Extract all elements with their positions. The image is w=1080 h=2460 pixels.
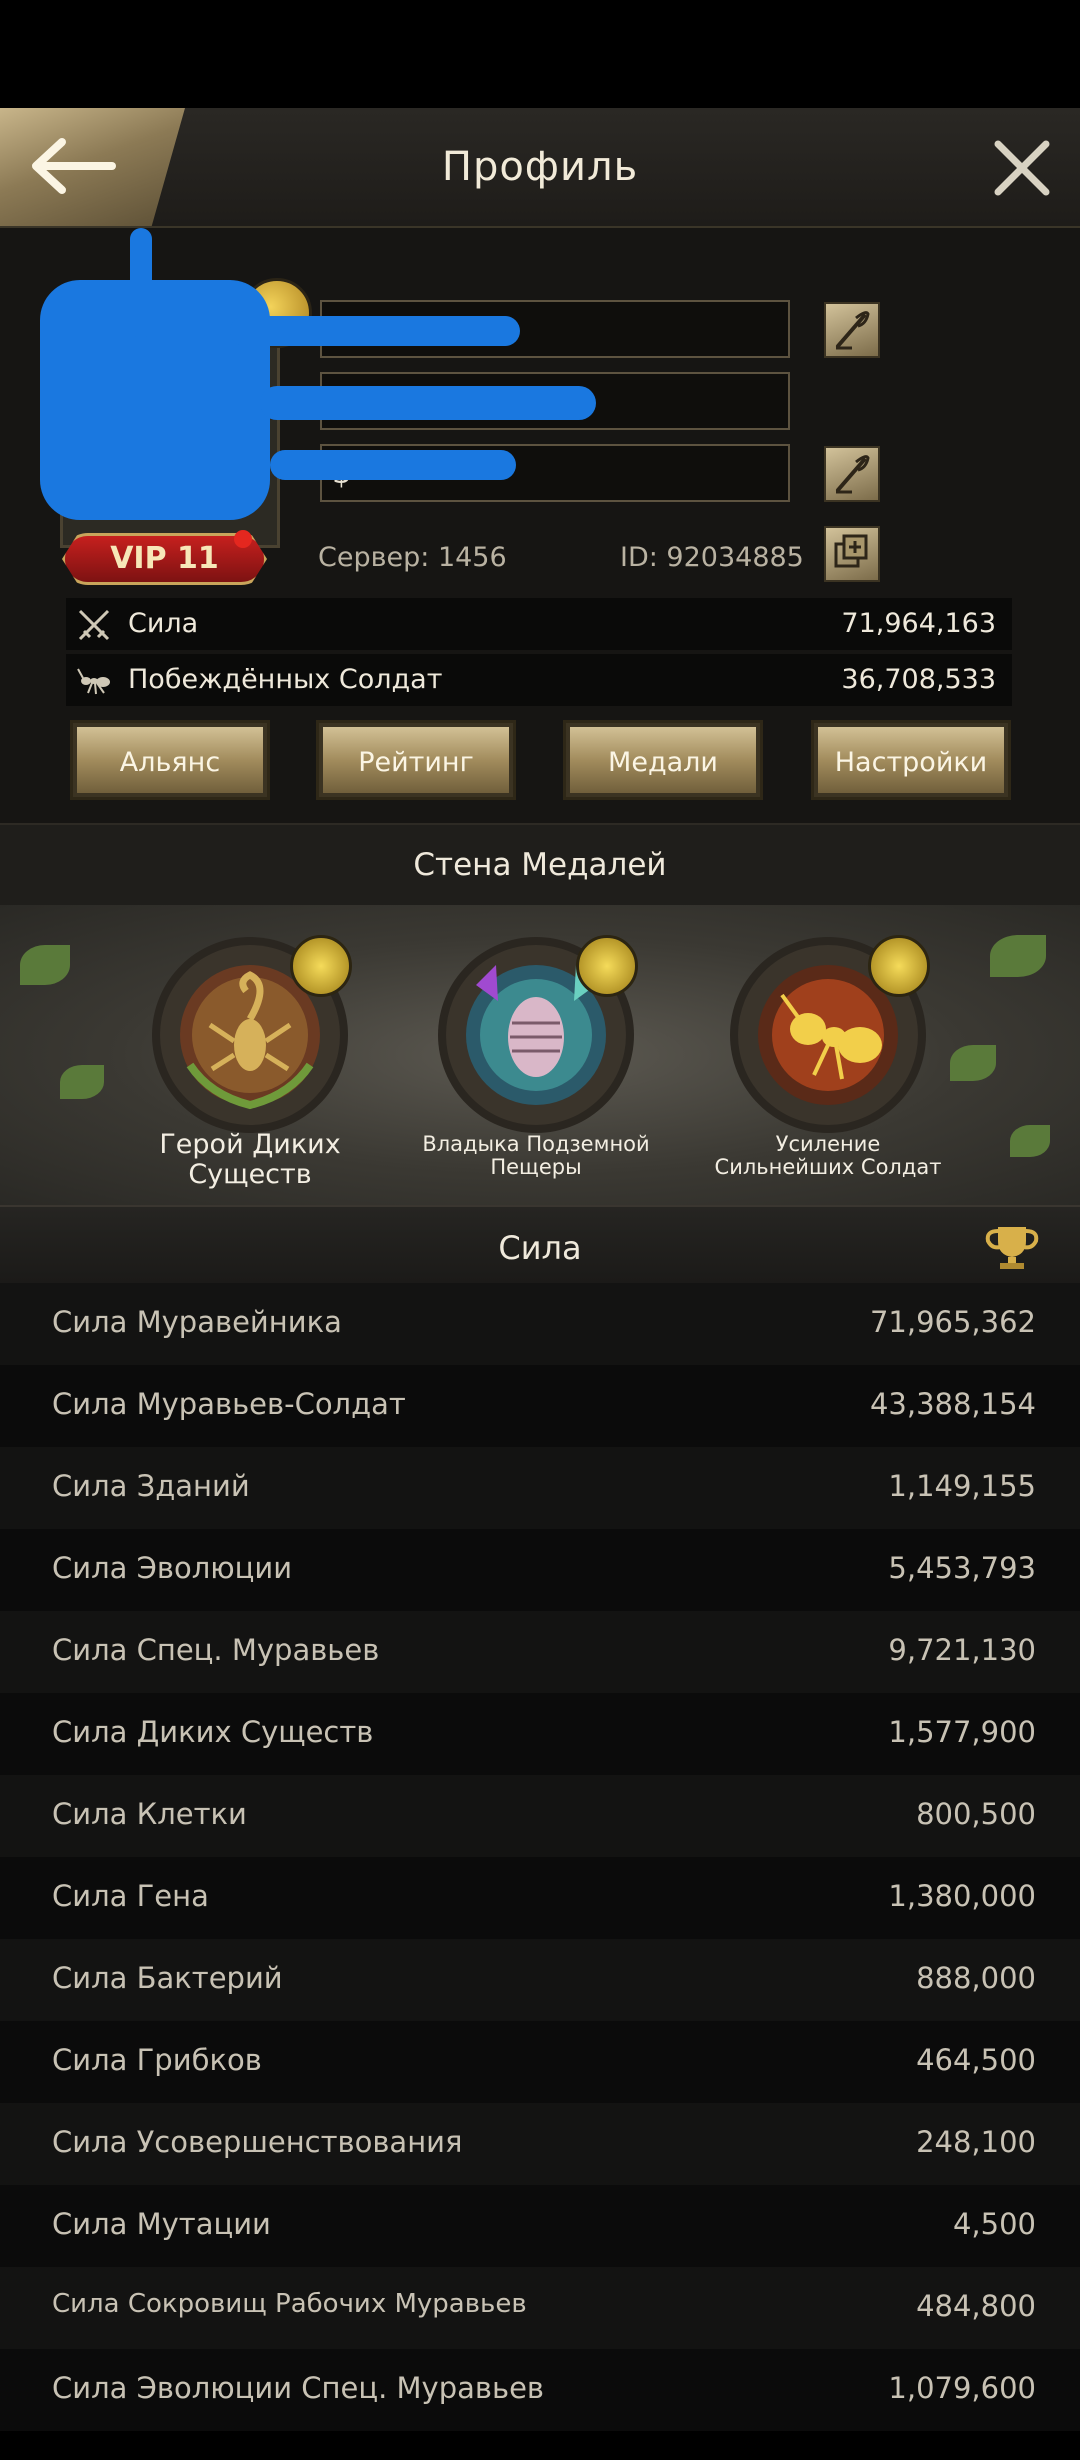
rating-button-label: Рейтинг (358, 747, 474, 778)
vine-leaf (950, 1045, 996, 1081)
stat-value: 36,708,533 (841, 664, 996, 695)
power-section-title: Сила (498, 1229, 582, 1267)
copy-icon (834, 534, 868, 568)
power-row-label: Сила Бактерий (52, 1961, 283, 1995)
power-row: Сила Усовершенствования 248,100 (0, 2103, 1080, 2185)
power-row-value: 464,500 (916, 2043, 1036, 2077)
redaction-mark (230, 316, 520, 346)
power-row: Сила Зданий 1,149,155 (0, 1447, 1080, 1529)
refresh-icon[interactable] (576, 935, 638, 997)
power-row: Сила Клетки 800,500 (0, 1775, 1080, 1857)
power-row-label: Сила Спец. Муравьев (52, 1633, 380, 1667)
medal-slot[interactable]: Усиление Сильнейших Солдат (708, 925, 948, 1205)
medals-button[interactable]: Медали (563, 720, 763, 800)
server-text: Сервер: 1456 (318, 542, 507, 573)
power-row-label: Сила Грибков (52, 2043, 262, 2077)
stat-value: 71,964,163 (841, 608, 996, 639)
notification-dot (234, 530, 252, 548)
power-row-label: Сила Гена (52, 1879, 209, 1913)
power-row-label: Сила Клетки (52, 1797, 247, 1831)
power-row-value: 1,577,900 (888, 1715, 1036, 1749)
settings-button-label: Настройки (834, 747, 988, 778)
medal-wall-title: Стена Медалей (413, 847, 667, 883)
stat-row-defeated: Побеждённых Солдат 36,708,533 (66, 654, 1012, 706)
power-row: Сила Муравейника 71,965,362 (0, 1283, 1080, 1365)
quill-icon (836, 311, 870, 350)
power-row: Сила Эволюции 5,453,793 (0, 1529, 1080, 1611)
redaction-mark (260, 386, 596, 420)
power-row-label: Сила Сокровищ Рабочих Муравьев (52, 2289, 527, 2319)
power-section-header: Сила (0, 1205, 1080, 1283)
power-row-label: Сила Эволюции (52, 1551, 293, 1585)
medal-wall-header: Стена Медалей (0, 823, 1080, 905)
redaction-mark (270, 450, 516, 480)
alliance-button-label: Альянс (119, 747, 221, 778)
power-row-value: 1,079,600 (888, 2371, 1036, 2405)
power-row-label: Сила Эволюции Спец. Муравьев (52, 2371, 545, 2405)
vine-leaf (990, 935, 1046, 977)
status-bar (0, 0, 1080, 108)
medal-wall: Герой Диких Существ Владыка Подземной Пе… (0, 905, 1080, 1205)
power-row-label: Сила Муравьев-Солдат (52, 1387, 406, 1421)
power-row-label: Сила Мутации (52, 2207, 271, 2241)
medals-button-label: Медали (608, 747, 718, 778)
rating-button[interactable]: Рейтинг (316, 720, 516, 800)
power-row-value: 71,965,362 (869, 1305, 1036, 1339)
power-row: Сила Диких Существ 1,577,900 (0, 1693, 1080, 1775)
power-row-value: 4,500 (952, 2207, 1036, 2241)
power-row-value: 888,000 (916, 1961, 1036, 1995)
ant-icon (77, 668, 110, 695)
power-row: Сила Мутации 4,500 (0, 2185, 1080, 2267)
stat-row-power: Сила 71,964,163 (66, 598, 1012, 650)
stat-label: Сила (128, 608, 199, 639)
settings-button[interactable]: Настройки (811, 720, 1011, 800)
power-row: Сила Сокровищ Рабочих Муравьев 484,800 (0, 2267, 1080, 2349)
crossed-swords-icon (78, 609, 110, 641)
stat-label: Побеждённых Солдат (128, 664, 443, 695)
redaction-mark (130, 228, 152, 338)
power-row: Сила Гена 1,380,000 (0, 1857, 1080, 1939)
power-row: Сила Спец. Муравьев 9,721,130 (0, 1611, 1080, 1693)
power-row-value: 1,380,000 (888, 1879, 1036, 1913)
player-id-text: ID: 92034885 (620, 542, 804, 573)
power-row-label: Сила Диких Существ (52, 1715, 374, 1749)
profile-panel: [ $ VIP 11 Сервер: 1456 ID: 92034885 (0, 228, 1080, 823)
refresh-icon[interactable] (290, 935, 352, 997)
power-row-label: Сила Зданий (52, 1469, 250, 1503)
alliance-button[interactable]: Альянс (70, 720, 270, 800)
edit-motto-button[interactable] (824, 446, 880, 502)
power-row-value: 484,800 (916, 2289, 1036, 2323)
redaction-mark (40, 280, 270, 520)
refresh-icon[interactable] (868, 935, 930, 997)
trophy-icon[interactable] (984, 1223, 1040, 1271)
medal-name: Владыка Подземной Пещеры (422, 1132, 650, 1180)
medal-name: Усиление Сильнейших Солдат (714, 1132, 942, 1180)
power-row-value: 9,721,130 (888, 1633, 1036, 1667)
power-row-value: 800,500 (916, 1797, 1036, 1831)
medal-name: Герой Диких Существ (159, 1129, 341, 1190)
power-row-value: 43,388,154 (869, 1387, 1036, 1421)
power-row: Сила Бактерий 888,000 (0, 1939, 1080, 2021)
page-title: Профиль (441, 144, 639, 190)
edit-name-button[interactable] (824, 302, 880, 358)
power-row: Сила Грибков 464,500 (0, 2021, 1080, 2103)
power-row-label: Сила Усовершенствования (52, 2125, 463, 2159)
vine-leaf (20, 945, 70, 985)
medal-slot[interactable]: Владыка Подземной Пещеры (416, 925, 656, 1205)
power-row-value: 5,453,793 (888, 1551, 1036, 1585)
vine-leaf (1010, 1125, 1050, 1157)
close-icon[interactable] (992, 138, 1052, 198)
vine-leaf (60, 1065, 104, 1099)
power-row-label: Сила Муравейника (52, 1305, 342, 1339)
copy-id-button[interactable] (824, 526, 880, 582)
power-row: Сила Муравьев-Солдат 43,388,154 (0, 1365, 1080, 1447)
power-row: Сила Эволюции Спец. Муравьев 1,079,600 (0, 2349, 1080, 2431)
power-row-value: 248,100 (916, 2125, 1036, 2159)
header: Профиль (0, 108, 1080, 228)
quill-icon (836, 455, 870, 494)
medal-slot[interactable]: Герой Диких Существ (130, 925, 370, 1205)
power-row-value: 1,149,155 (888, 1469, 1036, 1503)
power-list: Сила Муравейника 71,965,362 Сила Муравьев… (0, 1283, 1080, 2431)
